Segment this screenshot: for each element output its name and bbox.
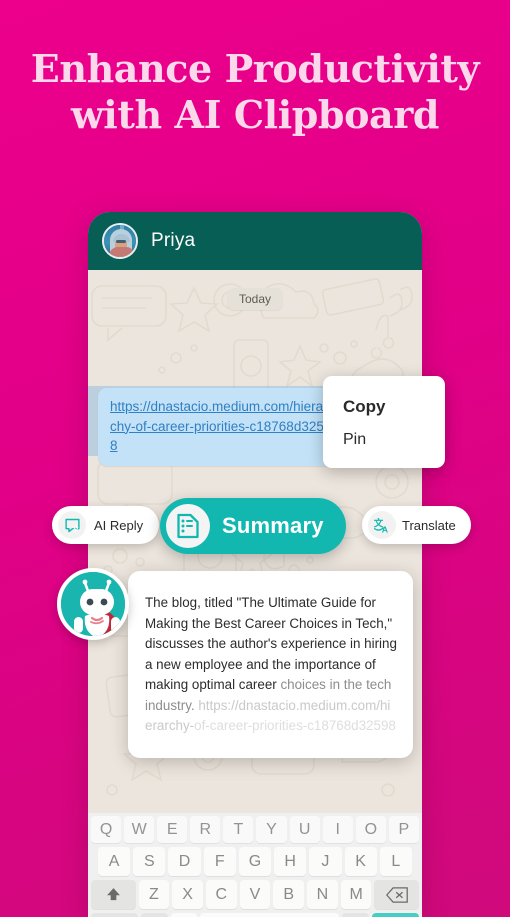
translate-icon: 文 A	[368, 511, 396, 539]
emoji-comma-key[interactable]: ☺ ,	[141, 913, 168, 917]
robot-avatar	[57, 568, 129, 640]
page-title: Enhance Productivity with AI Clipboard	[0, 46, 510, 139]
document-lines-icon	[166, 504, 210, 548]
key-p[interactable]: P	[388, 816, 419, 843]
key-j[interactable]: J	[309, 847, 342, 876]
chat-header: Priya	[88, 212, 422, 270]
key-t[interactable]: T	[223, 816, 254, 843]
key-o[interactable]: O	[355, 816, 386, 843]
message-bubble-link[interactable]: https://dnastacio.medium.com/hierarchy-o…	[98, 388, 346, 466]
summary-fade-url-2: of-career-priorities-c18768d32598	[194, 718, 396, 733]
key-n[interactable]: N	[307, 880, 338, 909]
keyboard-row-home[interactable]: A S D F G H J K L	[91, 847, 419, 876]
context-menu-item-copy[interactable]: Copy	[323, 390, 445, 424]
message-link[interactable]: https://dnastacio.medium.com/hierarchy-o…	[110, 397, 334, 456]
key-s[interactable]: S	[133, 847, 166, 876]
translate-button[interactable]: 文 A Translate	[362, 506, 471, 544]
key-r[interactable]: R	[190, 816, 221, 843]
keyboard-row-qwerty[interactable]: Q W E R T Y U I O P	[91, 816, 419, 843]
key-m[interactable]: M	[340, 880, 372, 909]
key-q[interactable]: Q	[91, 816, 122, 843]
enter-key[interactable]	[371, 913, 419, 917]
key-v[interactable]: V	[239, 880, 271, 909]
key-h[interactable]: H	[274, 847, 307, 876]
day-divider: Today	[88, 288, 422, 310]
key-i[interactable]: I	[322, 816, 353, 843]
key-x[interactable]: X	[172, 880, 203, 909]
backspace-key[interactable]	[374, 880, 419, 909]
day-divider-label: Today	[226, 288, 284, 310]
key-d[interactable]: D	[168, 847, 201, 876]
context-menu-item-pin[interactable]: Pin	[323, 424, 445, 456]
summary-label: Summary	[222, 513, 324, 538]
keyboard-row-function[interactable]: ?123 ☺ , English .	[91, 913, 419, 917]
shift-up-arrow-icon	[106, 888, 120, 901]
key-g[interactable]: G	[238, 847, 272, 876]
headline-line-1: Enhance Productivity	[30, 46, 480, 91]
key-a[interactable]: A	[98, 847, 131, 876]
on-screen-keyboard[interactable]: Q W E R T Y U I O P A S D F G H J K L Z …	[88, 813, 422, 917]
svg-text:A: A	[381, 524, 388, 534]
numeric-key[interactable]: ?123	[91, 913, 139, 917]
key-y[interactable]: Y	[256, 816, 287, 843]
contact-name: Priya	[151, 230, 196, 251]
key-k[interactable]: K	[344, 847, 377, 876]
key-l[interactable]: L	[379, 847, 412, 876]
translate-label: Translate	[402, 517, 456, 533]
shift-key[interactable]	[91, 880, 136, 909]
headline-line-2: with AI Clipboard	[70, 92, 440, 138]
language-switch-key[interactable]	[170, 913, 198, 917]
backspace-icon	[385, 886, 408, 903]
key-e[interactable]: E	[157, 816, 188, 843]
key-w[interactable]: W	[124, 816, 155, 843]
chat-bolt-icon	[58, 511, 86, 539]
context-menu[interactable]: Copy Pin	[323, 376, 445, 468]
key-u[interactable]: U	[289, 816, 320, 843]
space-key[interactable]: English	[200, 913, 340, 917]
period-key[interactable]: .	[342, 913, 369, 917]
summary-button[interactable]: Summary	[160, 498, 346, 554]
contact-avatar[interactable]	[102, 223, 138, 259]
key-f[interactable]: F	[203, 847, 236, 876]
ai-reply-label: AI Reply	[94, 517, 144, 533]
ai-summary-card: The blog, titled "The Ultimate Guide for…	[128, 571, 413, 758]
phone-mockup: Priya Today https://dnastacio.medium.com…	[88, 212, 422, 917]
keyboard-row-bottom[interactable]: Z X C V B N M	[91, 880, 419, 909]
key-z[interactable]: Z	[138, 880, 170, 909]
ai-reply-button[interactable]: AI Reply	[52, 506, 160, 544]
key-b[interactable]: B	[273, 880, 305, 909]
ai-action-bar: AI Reply Summary 文 A Translate	[0, 498, 510, 558]
key-c[interactable]: C	[205, 880, 237, 909]
